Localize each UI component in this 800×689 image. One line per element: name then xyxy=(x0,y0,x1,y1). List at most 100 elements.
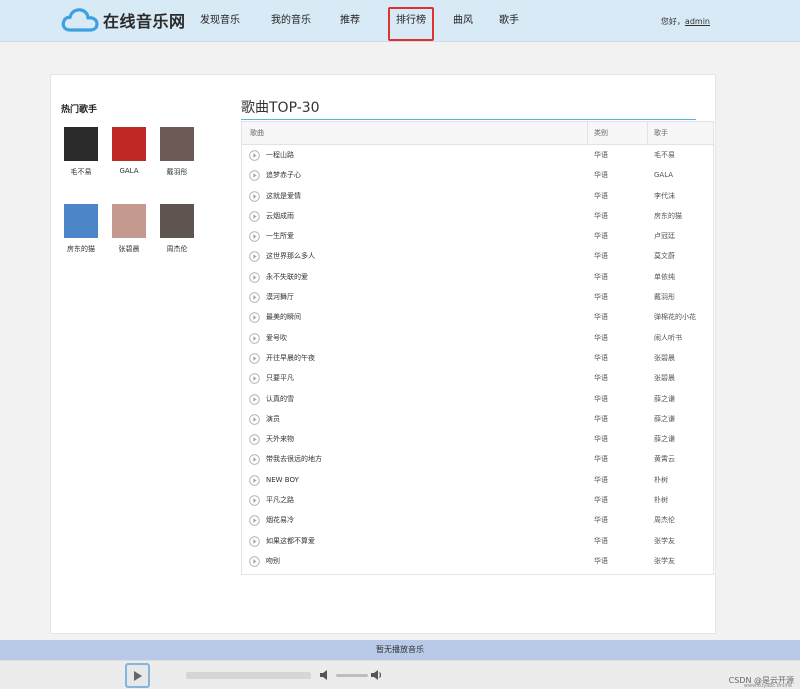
song-title[interactable]: 只要平凡 xyxy=(266,368,294,388)
song-title[interactable]: 这就是爱情 xyxy=(266,186,301,206)
song-title[interactable]: 带我去很远的地方 xyxy=(266,449,322,469)
user-greeting: 您好，admin xyxy=(661,0,710,44)
song-title[interactable]: 一程山路 xyxy=(266,145,294,165)
play-song-icon[interactable] xyxy=(249,535,260,547)
song-singer[interactable]: 房东的猫 xyxy=(654,206,682,226)
play-song-icon[interactable] xyxy=(249,312,260,324)
play-song-icon[interactable] xyxy=(249,393,260,405)
song-title[interactable]: 平凡之路 xyxy=(266,490,294,510)
artist-name: 毛不易 xyxy=(70,168,92,176)
song-singer[interactable]: 李代沫 xyxy=(654,186,675,206)
nav-genre[interactable]: 曲风 xyxy=(448,0,478,42)
song-category: 华语 xyxy=(594,353,608,362)
volume-up-icon[interactable] xyxy=(371,670,383,680)
song-singer[interactable]: 薛之谦 xyxy=(654,409,675,429)
play-song-icon[interactable] xyxy=(249,272,260,283)
play-song-icon[interactable] xyxy=(249,353,260,364)
artist-card[interactable]: GALA xyxy=(106,127,152,175)
play-song-icon[interactable] xyxy=(249,190,260,202)
song-singer[interactable]: 卢冠廷 xyxy=(654,226,675,246)
artist-card[interactable]: 张碧晨 xyxy=(106,204,152,254)
mute-icon[interactable] xyxy=(320,670,329,680)
table-row: NEW BOY 华语 朴树 xyxy=(242,470,713,490)
song-singer[interactable]: 毛不易 xyxy=(654,145,675,165)
song-singer[interactable]: 张学友 xyxy=(654,531,675,551)
song-title[interactable]: 如果这都不算爱 xyxy=(266,531,315,551)
song-title[interactable]: 云烟成雨 xyxy=(266,206,294,226)
song-singer[interactable]: 张碧晨 xyxy=(654,368,675,388)
song-title[interactable]: 开往早晨的午夜 xyxy=(266,348,315,368)
artist-avatar xyxy=(112,127,146,161)
player-status: 暂无播放音乐 xyxy=(0,640,800,660)
artist-card[interactable]: 周杰伦 xyxy=(154,204,200,254)
nav-discover-music[interactable]: 发现音乐 xyxy=(190,0,250,42)
nav-singers[interactable]: 歌手 xyxy=(494,0,524,42)
song-title[interactable]: 演员 xyxy=(266,409,280,429)
song-title[interactable]: 吻别 xyxy=(266,551,280,571)
song-title[interactable]: 追梦赤子心 xyxy=(266,165,301,185)
song-title[interactable]: 天外来物 xyxy=(266,429,294,449)
song-title[interactable]: 这世界那么多人 xyxy=(266,246,315,266)
song-title[interactable]: 漠河舞厅 xyxy=(266,287,294,307)
play-song-icon[interactable] xyxy=(249,515,260,527)
nav-charts[interactable]: 排行榜 xyxy=(388,0,434,42)
song-singer[interactable]: 薛之谦 xyxy=(654,429,675,449)
song-singer[interactable]: 薛之谦 xyxy=(654,389,675,409)
song-singer[interactable]: 闹人听书 xyxy=(654,328,682,348)
song-singer[interactable]: 莫文蔚 xyxy=(654,246,675,266)
song-singer[interactable]: 戴羽彤 xyxy=(654,287,675,307)
play-song-icon[interactable] xyxy=(249,211,260,222)
song-singer[interactable]: 周杰伦 xyxy=(654,510,675,530)
progress-bar[interactable] xyxy=(186,672,311,679)
table-row: 漠河舞厅 华语 戴羽彤 xyxy=(242,287,713,307)
site-logo[interactable]: 在线音乐网 xyxy=(60,6,186,34)
song-singer[interactable]: 弹棉花的小花 xyxy=(654,307,696,327)
song-title[interactable]: 烟花易冷 xyxy=(266,510,294,530)
song-category: 华语 xyxy=(594,232,608,241)
artist-avatar xyxy=(64,127,98,161)
play-song-icon[interactable] xyxy=(249,556,260,567)
username-link[interactable]: admin xyxy=(685,17,710,26)
nav-my-music[interactable]: 我的音乐 xyxy=(256,0,326,42)
play-song-icon[interactable] xyxy=(249,373,260,385)
play-song-icon[interactable] xyxy=(249,414,260,425)
play-button[interactable] xyxy=(125,663,150,688)
play-song-icon[interactable] xyxy=(249,170,260,182)
song-singer[interactable]: 黄霄云 xyxy=(654,449,675,469)
play-song-icon[interactable] xyxy=(249,251,260,263)
artist-card[interactable]: 房东的猫 xyxy=(58,204,104,254)
artist-name: GALA xyxy=(119,167,139,175)
song-category: 华语 xyxy=(594,435,608,444)
play-icon xyxy=(134,671,142,681)
nav-recommend[interactable]: 推荐 xyxy=(330,0,370,42)
play-song-icon[interactable] xyxy=(249,150,260,161)
song-title[interactable]: NEW BOY xyxy=(266,470,299,490)
table-row: 开往早晨的午夜 华语 张碧晨 xyxy=(242,348,713,368)
song-title[interactable]: 一生所爱 xyxy=(266,226,294,246)
song-title[interactable]: 爱号吹 xyxy=(266,328,287,348)
song-singer[interactable]: 张碧晨 xyxy=(654,348,675,368)
play-song-icon[interactable] xyxy=(249,292,260,303)
column-header-category: 类别 xyxy=(587,122,608,145)
song-title[interactable]: 认真的雪 xyxy=(266,389,294,409)
play-song-icon[interactable] xyxy=(249,332,260,344)
play-song-icon[interactable] xyxy=(249,495,260,506)
play-song-icon[interactable] xyxy=(249,434,260,445)
song-singer[interactable]: GALA xyxy=(654,165,673,185)
song-singer[interactable]: 朴树 xyxy=(654,490,668,510)
volume-slider[interactable] xyxy=(336,674,368,677)
site-name: 在线音乐网 xyxy=(103,12,186,31)
song-title[interactable]: 永不失联的爱 xyxy=(266,267,308,287)
song-title[interactable]: 最美的瞬间 xyxy=(266,307,301,327)
song-category: 华语 xyxy=(594,496,608,505)
play-song-icon[interactable] xyxy=(249,231,260,242)
play-song-icon[interactable] xyxy=(249,474,260,486)
song-singer[interactable]: 朴树 xyxy=(654,470,668,490)
song-singer[interactable]: 张学友 xyxy=(654,551,675,571)
artist-card[interactable]: 毛不易 xyxy=(58,127,104,177)
table-row: 永不失联的爱 华语 单依纯 xyxy=(242,267,713,287)
artist-card[interactable]: 戴羽彤 xyxy=(154,127,200,177)
song-category: 华语 xyxy=(594,211,608,220)
song-singer[interactable]: 单依纯 xyxy=(654,267,675,287)
play-song-icon[interactable] xyxy=(249,454,260,466)
